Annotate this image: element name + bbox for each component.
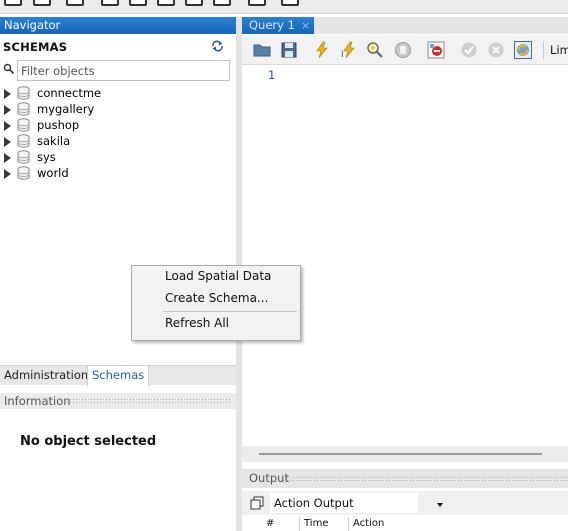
execute-icon[interactable]: [313, 41, 331, 59]
refresh-icon[interactable]: [211, 40, 224, 52]
stop-icon[interactable]: [394, 41, 412, 59]
schema-item-label: sys: [37, 150, 56, 164]
output-header: Output: [242, 469, 568, 488]
output-type-select[interactable]: Action Output: [270, 493, 443, 513]
expand-arrow-icon[interactable]: [4, 89, 11, 99]
open-folder-icon[interactable]: [253, 41, 271, 59]
database-icon: [17, 102, 30, 116]
toolbar-separator: [543, 41, 544, 59]
limit-rows-label[interactable]: Limi: [550, 43, 568, 57]
query-tab-bar: Query 1 ×: [242, 17, 568, 34]
schema-item-label: world: [37, 166, 69, 180]
column-header-action[interactable]: Action: [348, 517, 428, 531]
create-procedure-icon[interactable]: [185, 0, 203, 6]
schema-item-label: mygallery: [37, 102, 95, 116]
create-schema-icon[interactable]: [101, 0, 119, 6]
schema-item-label: pushop: [37, 118, 80, 132]
tab-schemas[interactable]: Schemas: [87, 366, 150, 386]
horizontal-scrollbar[interactable]: [259, 453, 542, 455]
search-table-icon[interactable]: [248, 0, 266, 6]
output-table-header: # Time Action: [242, 515, 568, 531]
commit-icon[interactable]: [460, 41, 478, 59]
line-number: 1: [268, 68, 276, 82]
column-header-time[interactable]: Time: [299, 517, 347, 531]
copy-icon[interactable]: [250, 496, 264, 510]
sql-editor[interactable]: 1: [242, 66, 568, 446]
database-icon: [17, 118, 30, 132]
expand-arrow-icon[interactable]: [4, 121, 11, 131]
filter-objects-input[interactable]: [17, 60, 230, 81]
output-title: Output: [249, 471, 289, 485]
editor-scroll-area: [242, 446, 568, 462]
autocommit-toggle-icon[interactable]: [514, 41, 532, 59]
menu-item-refresh-all[interactable]: Refresh All: [165, 315, 229, 331]
schema-item[interactable]: world: [0, 165, 236, 181]
schema-item[interactable]: mygallery: [0, 101, 236, 117]
menu-item-create-schema[interactable]: Create Schema...: [165, 290, 268, 306]
output-toolbar: Action Output: [242, 491, 568, 515]
search-icon: [3, 63, 15, 75]
svg-text:I: I: [341, 50, 344, 59]
execute-current-icon[interactable]: I: [340, 41, 358, 59]
database-icon: [17, 150, 30, 164]
info-icon[interactable]: [66, 0, 84, 6]
schema-item-label: connectme: [37, 86, 102, 100]
close-icon[interactable]: ×: [301, 17, 310, 34]
database-icon: [17, 86, 30, 100]
query-tab-label: Query 1: [249, 18, 295, 32]
output-type-value: Action Output: [274, 496, 354, 510]
save-icon[interactable]: [280, 41, 298, 59]
schema-tree: connectme mygallery pushop sakila sys wo…: [0, 85, 236, 181]
schema-item[interactable]: sakila: [0, 133, 236, 149]
database-icon: [17, 134, 30, 148]
menu-separator: [163, 311, 297, 312]
reconnect-icon[interactable]: [281, 0, 299, 6]
information-header: Information: [0, 393, 236, 409]
information-panel: No object selected: [0, 409, 236, 531]
information-title: Information: [4, 394, 71, 408]
drag-grip[interactable]: [286, 476, 568, 482]
expand-arrow-icon[interactable]: [4, 137, 11, 147]
schema-item[interactable]: sys: [0, 149, 236, 165]
explain-icon[interactable]: [366, 41, 384, 59]
new-tab-icon[interactable]: [4, 0, 22, 6]
navigator-title: Navigator: [0, 17, 236, 34]
chevron-down-icon: [437, 503, 443, 507]
drag-grip[interactable]: [66, 398, 232, 404]
schema-item[interactable]: connectme: [0, 85, 236, 101]
column-header-number[interactable]: #: [262, 517, 274, 531]
context-menu: Load Spatial Data Create Schema... Refre…: [131, 265, 301, 341]
stop-on-error-icon[interactable]: [427, 41, 445, 59]
database-icon: [17, 166, 30, 180]
tab-query-1[interactable]: Query 1 ×: [242, 17, 314, 34]
navigator-tabs: Administration Schemas: [0, 365, 236, 386]
tab-administration[interactable]: Administration: [0, 366, 92, 386]
create-table-icon[interactable]: [129, 0, 147, 6]
expand-arrow-icon[interactable]: [4, 153, 11, 163]
schema-item-label: sakila: [37, 134, 71, 148]
open-file-icon[interactable]: [33, 0, 51, 6]
expand-arrow-icon[interactable]: [4, 169, 11, 179]
no-object-message: No object selected: [20, 434, 157, 449]
rollback-icon[interactable]: [487, 41, 505, 59]
main-toolbar: [0, 0, 568, 14]
expand-arrow-icon[interactable]: [4, 105, 11, 115]
create-view-icon[interactable]: [157, 0, 175, 6]
query-toolbar: I Limi: [242, 35, 568, 65]
create-function-icon[interactable]: [213, 0, 231, 6]
menu-item-load-spatial-data[interactable]: Load Spatial Data: [165, 268, 271, 284]
filter-box: [0, 60, 230, 81]
schemas-section-title: SCHEMAS: [3, 40, 68, 54]
schema-item[interactable]: pushop: [0, 117, 236, 133]
